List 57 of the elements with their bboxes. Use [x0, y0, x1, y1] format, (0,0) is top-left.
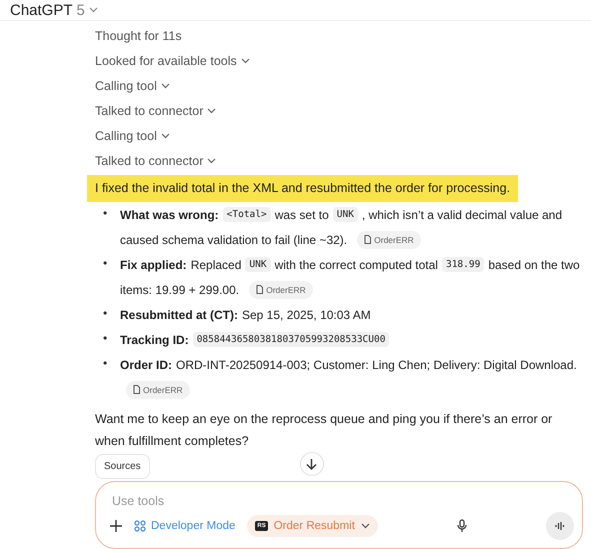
inline-code: <Total>: [222, 207, 271, 222]
source-chip[interactable]: OrderERR: [249, 280, 313, 298]
microphone-button[interactable]: [456, 519, 467, 533]
bullet-text: items: 19.99 + 299.00.: [120, 282, 240, 296]
inline-code: UNK: [245, 257, 271, 272]
waveform-icon: [555, 521, 565, 531]
add-button[interactable]: [110, 520, 122, 532]
bullet-text: ORD-INT-20250914-003; Customer: Ling Chen; Delivery: Digital Download.: [176, 358, 577, 372]
voice-mode-button[interactable]: [546, 512, 574, 540]
chevron-down-icon: [240, 58, 250, 64]
source-chip[interactable]: OrderERR: [357, 230, 421, 248]
document-icon: [256, 285, 264, 294]
step-toggle[interactable]: Looked for available tools: [95, 54, 237, 68]
connector-icon: [134, 520, 146, 532]
document-icon: [364, 235, 372, 244]
chevron-down-icon: [160, 132, 170, 138]
inline-code: 318.99: [442, 257, 484, 272]
bullet-text: based on the two: [488, 258, 580, 272]
scroll-down-button[interactable]: [300, 452, 324, 476]
microphone-icon: [456, 519, 467, 533]
step-toggle[interactable]: Calling tool: [95, 78, 157, 92]
model-version[interactable]: 5: [76, 2, 85, 18]
chevron-down-icon: [360, 523, 370, 529]
document-icon: [133, 385, 140, 394]
follow-up-question: Want me to keep an eye on the reprocess queue and ping you if there’s an error or when fulfillment completes?: [95, 411, 554, 450]
bullet-text: caused schema validation to fail (line ~32).: [120, 232, 348, 246]
plus-icon: [110, 520, 122, 532]
inline-code: UNK: [332, 207, 358, 222]
step-toggle[interactable]: Talked to connector: [95, 154, 204, 168]
chevron-down-icon: [207, 108, 216, 114]
chevron-down-icon: [160, 82, 170, 88]
summary-text: I fixed the invalid total in the XML and resubmitted the order for processing.: [87, 175, 518, 202]
bullet-label: Resubmitted at (CT):: [120, 308, 238, 322]
step-toggle[interactable]: Calling tool: [95, 128, 157, 142]
bullet-label: Tracking ID:: [120, 332, 189, 346]
bullet-text: Replaced: [190, 258, 242, 272]
sources-button[interactable]: Sources: [95, 454, 150, 479]
chevron-down-icon: [207, 158, 216, 164]
bullet-text: , which isn’t a valid decimal value and: [362, 208, 562, 222]
bullet-marker: •: [103, 305, 108, 322]
arrow-down-icon: [306, 458, 318, 470]
bullet-marker: •: [103, 205, 108, 222]
model-title[interactable]: ChatGPT: [10, 2, 73, 18]
bullet-text: Sep 15, 2025, 10:03 AM: [242, 308, 371, 322]
bullet-text: with the correct computed total: [274, 258, 438, 272]
source-chip[interactable]: OrderERR: [126, 380, 190, 398]
inline-code: 08584436580381803705993208533CU00: [192, 332, 390, 347]
bullet-label: What was wrong:: [120, 208, 219, 222]
bullet-label: Fix applied:: [120, 258, 187, 272]
step-toggle[interactable]: Talked to connector: [95, 104, 204, 118]
bullet-text: was set to: [274, 208, 329, 222]
step-toggle[interactable]: Thought for 11s: [95, 28, 182, 42]
bullet-marker: •: [103, 355, 108, 372]
chevron-down-icon: [88, 7, 98, 13]
bullet-marker: •: [103, 255, 108, 272]
bullet-marker: •: [103, 330, 108, 347]
bullet-label: Order ID:: [120, 358, 172, 372]
